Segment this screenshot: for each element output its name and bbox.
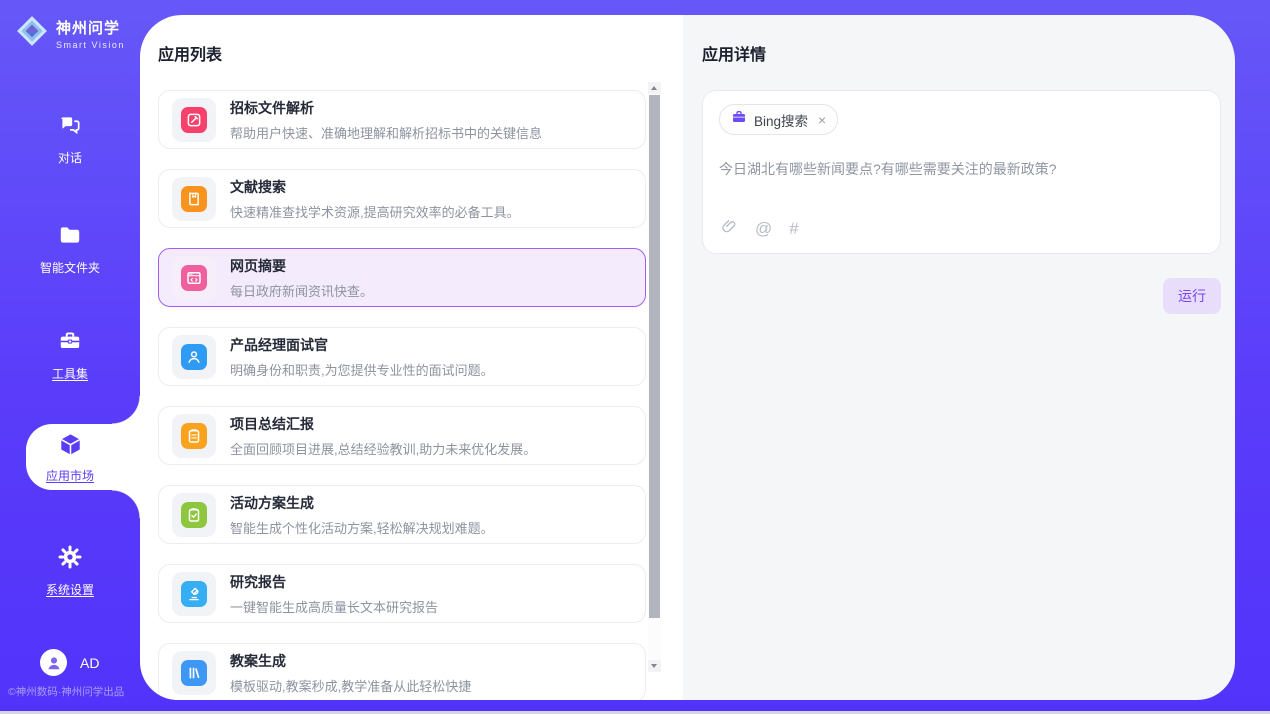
attachment-icon[interactable] — [720, 217, 738, 240]
sidebar-item-label: 智能文件夹 — [0, 259, 140, 276]
logo-subtitle: Smart Vision — [56, 40, 125, 50]
app-title: 招标文件解析 — [230, 98, 542, 118]
sidebar: 神州问学 Smart Vision 对话 智能文件夹 — [0, 0, 140, 711]
app-card-project-summary[interactable]: 项目总结汇报 全面回顾项目进展,总结经验教训,助力未来优化发展。 — [158, 406, 646, 465]
sidebar-item-label: 应用市场 — [46, 467, 94, 484]
clipboard-icon — [181, 423, 207, 449]
person-icon — [181, 344, 207, 370]
folder-icon — [57, 235, 83, 252]
app-icon-frame — [172, 493, 216, 537]
app-icon-frame — [172, 98, 216, 142]
app-icon-frame — [172, 256, 216, 300]
sidebar-item-settings[interactable]: 系统设置 — [0, 544, 140, 598]
clipboard-check-icon — [181, 502, 207, 528]
briefcase-icon — [731, 109, 747, 130]
user-account[interactable]: AD — [40, 649, 99, 676]
tool-tag-label: Bing搜索 — [754, 110, 808, 130]
app-detail-title: 应用详情 — [702, 41, 1221, 65]
toolbox-icon — [57, 341, 83, 358]
books-icon — [181, 660, 207, 686]
gear-icon — [57, 557, 83, 574]
app-list-panel: 应用列表 招标文件解析 帮助用户快速、准确地理解和解析招标书中的关键信息 — [140, 15, 683, 700]
app-icon-frame — [172, 177, 216, 221]
app-card-research-report[interactable]: 研究报告 一键智能生成高质量长文本研究报告 — [158, 564, 646, 623]
app-title: 产品经理面试官 — [230, 335, 494, 355]
doc-edit-icon — [181, 107, 207, 133]
prompt-composer[interactable]: Bing搜索 × 今日湖北有哪些新闻要点?有哪些需要关注的最新政策? @ # — [702, 90, 1221, 254]
copyright-text: ©神州数码·神州问学出品 — [8, 684, 124, 699]
scrollbar-thumb[interactable] — [649, 95, 660, 618]
app-detail-panel: 应用详情 Bing搜索 × 今日湖北有哪些新闻要点?有哪些需要关注的最新政策? — [683, 15, 1235, 700]
chat-icon — [57, 125, 83, 142]
book-icon — [181, 186, 207, 212]
app-list-title: 应用列表 — [158, 41, 683, 65]
app-icon-frame — [172, 414, 216, 458]
user-name: AD — [80, 655, 99, 671]
sidebar-item-label: 系统设置 — [0, 581, 140, 598]
app-desc: 快速精准查找学术资源,提高研究效率的必备工具。 — [230, 202, 520, 221]
app-card-bid-parse[interactable]: 招标文件解析 帮助用户快速、准确地理解和解析招标书中的关键信息 — [158, 90, 646, 149]
sidebar-item-label: 工具集 — [0, 365, 140, 382]
app-card-pm-interviewer[interactable]: 产品经理面试官 明确身份和职责,为您提供专业性的面试问题。 — [158, 327, 646, 386]
diamond-logo-icon — [16, 15, 48, 52]
app-title: 网页摘要 — [230, 256, 373, 276]
composer-toolbar: @ # — [720, 217, 799, 240]
scroll-down-button[interactable] — [648, 660, 661, 672]
app-title: 文献搜索 — [230, 177, 520, 197]
mention-icon[interactable]: @ — [755, 219, 772, 239]
logo-title: 神州问学 — [56, 20, 120, 37]
scroll-up-button[interactable] — [648, 82, 661, 94]
app-title: 活动方案生成 — [230, 493, 494, 513]
sidebar-item-label: 对话 — [0, 149, 140, 166]
app-desc: 一键智能生成高质量长文本研究报告 — [230, 597, 438, 616]
microscope-icon — [181, 581, 207, 607]
app-card-lesson-plan[interactable]: 教案生成 模板驱动,教案秒成,教学准备从此轻松快捷 — [158, 643, 646, 700]
tool-tag-bing-search[interactable]: Bing搜索 × — [719, 104, 838, 135]
hashtag-icon[interactable]: # — [789, 219, 798, 239]
sidebar-item-smart-folder[interactable]: 智能文件夹 — [0, 222, 140, 276]
app-desc: 帮助用户快速、准确地理解和解析招标书中的关键信息 — [230, 123, 542, 142]
app-title: 研究报告 — [230, 572, 438, 592]
run-button[interactable]: 运行 — [1163, 278, 1221, 314]
app-desc: 明确身份和职责,为您提供专业性的面试问题。 — [230, 360, 494, 379]
app-icon-frame — [172, 335, 216, 379]
app-desc: 模板驱动,教案秒成,教学准备从此轻松快捷 — [230, 676, 471, 695]
remove-tag-icon[interactable]: × — [818, 113, 826, 127]
app-icon-frame — [172, 651, 216, 695]
browser-code-icon — [181, 265, 207, 291]
app-card-web-summary[interactable]: 网页摘要 每日政府新闻资讯快查。 — [158, 248, 646, 307]
app-title: 教案生成 — [230, 651, 471, 671]
avatar — [40, 649, 67, 676]
app-title: 项目总结汇报 — [230, 414, 536, 434]
app-list: 招标文件解析 帮助用户快速、准确地理解和解析招标书中的关键信息 文献搜索 快速精… — [158, 90, 646, 700]
main-content: 应用列表 招标文件解析 帮助用户快速、准确地理解和解析招标书中的关键信息 — [140, 15, 1235, 700]
app-icon-frame — [172, 572, 216, 616]
app-desc: 全面回顾项目进展,总结经验教训,助力未来优化发展。 — [230, 439, 536, 458]
sidebar-item-chat[interactable]: 对话 — [0, 112, 140, 166]
app-logo: 神州问学 Smart Vision — [16, 15, 125, 52]
cube-icon — [57, 431, 84, 463]
query-text[interactable]: 今日湖北有哪些新闻要点?有哪些需要关注的最新政策? — [719, 159, 1204, 179]
app-desc: 每日政府新闻资讯快查。 — [230, 281, 373, 300]
app-list-scrollbar — [648, 82, 661, 672]
app-card-literature-search[interactable]: 文献搜索 快速精准查找学术资源,提高研究效率的必备工具。 — [158, 169, 646, 228]
sidebar-item-app-market[interactable]: 应用市场 — [26, 424, 140, 490]
sidebar-item-toolset[interactable]: 工具集 — [0, 328, 140, 382]
app-desc: 智能生成个性化活动方案,轻松解决规划难题。 — [230, 518, 494, 537]
app-card-event-plan[interactable]: 活动方案生成 智能生成个性化活动方案,轻松解决规划难题。 — [158, 485, 646, 544]
